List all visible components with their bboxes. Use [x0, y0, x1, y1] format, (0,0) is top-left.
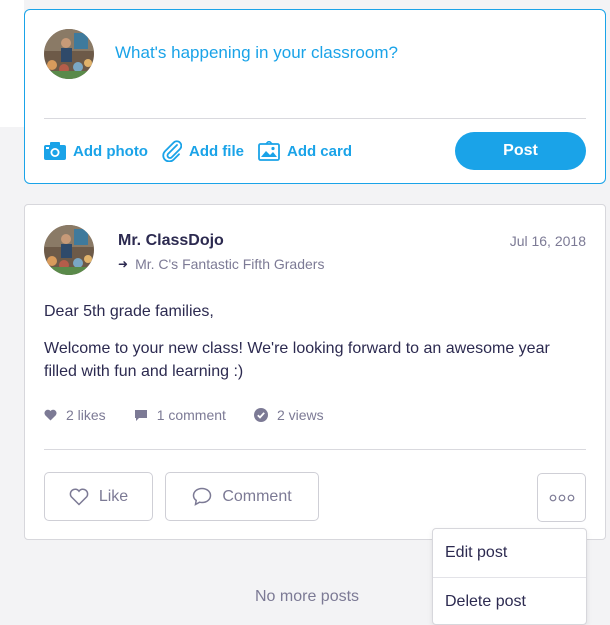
ellipsis-icon: [549, 494, 574, 501]
like-label: Like: [98, 487, 129, 505]
post-paragraph: Dear 5th grade families,: [44, 303, 214, 320]
post-button[interactable]: Post: [455, 132, 586, 170]
add-card-label: Add card: [286, 142, 352, 160]
post-options-menu: Edit post Delete post: [432, 528, 587, 625]
comment-label: Comment: [222, 487, 292, 505]
views-stat[interactable]: 2 views: [253, 407, 324, 423]
card-icon: [258, 141, 280, 161]
paperclip-icon: [162, 140, 182, 162]
comment-outline-icon: [193, 487, 212, 506]
add-photo-label: Add photo: [73, 142, 148, 160]
likes-count: 2 likes: [66, 407, 106, 423]
add-file-label: Add file: [188, 142, 244, 160]
post-composer: What's happening in your classroom? Add …: [24, 9, 606, 184]
delete-post-menu-item[interactable]: Delete post: [433, 577, 586, 625]
composer-actions: Add photo Add file Add card: [44, 140, 366, 162]
class-link[interactable]: ➜ Mr. C's Fantastic Fifth Graders: [118, 256, 324, 272]
feed-page: What's happening in your classroom? Add …: [0, 0, 610, 625]
class-name: Mr. C's Fantastic Fifth Graders: [135, 256, 325, 272]
camera-icon: [44, 142, 66, 160]
story-card: Mr. ClassDojo ➜ Mr. C's Fantastic Fifth …: [24, 204, 606, 540]
add-file-button[interactable]: Add file: [162, 140, 244, 162]
like-button[interactable]: Like: [44, 472, 153, 521]
check-circle-icon: [253, 408, 268, 422]
author-name[interactable]: Mr. ClassDojo: [118, 232, 224, 250]
divider: [44, 449, 586, 450]
composer-prompt[interactable]: What's happening in your classroom?: [115, 43, 398, 63]
left-panel-edge: [0, 0, 24, 127]
post-body: Dear 5th grade families, Welcome to your…: [44, 300, 586, 397]
add-card-button[interactable]: Add card: [258, 141, 352, 161]
comments-stat[interactable]: 1 comment: [134, 407, 226, 423]
heart-icon: [44, 409, 57, 421]
add-photo-button[interactable]: Add photo: [44, 142, 148, 160]
more-options-button[interactable]: [537, 473, 586, 522]
comments-count: 1 comment: [156, 407, 226, 423]
post-date: Jul 16, 2018: [509, 233, 586, 249]
post-stats: 2 likes 1 comment 2 views: [44, 407, 352, 423]
heart-outline-icon: [69, 488, 89, 506]
author-avatar[interactable]: [44, 225, 94, 275]
arrow-right-icon: ➜: [118, 257, 129, 271]
speech-bubble-icon: [134, 409, 147, 421]
views-count: 2 views: [276, 407, 324, 423]
edit-post-menu-item[interactable]: Edit post: [433, 529, 586, 577]
post-paragraph: Welcome to your new class! We're looking…: [44, 340, 550, 380]
divider: [44, 118, 586, 119]
composer-avatar: [44, 29, 94, 79]
comment-button[interactable]: Comment: [165, 472, 319, 521]
likes-stat[interactable]: 2 likes: [44, 407, 106, 423]
no-more-posts: No more posts: [255, 588, 360, 605]
